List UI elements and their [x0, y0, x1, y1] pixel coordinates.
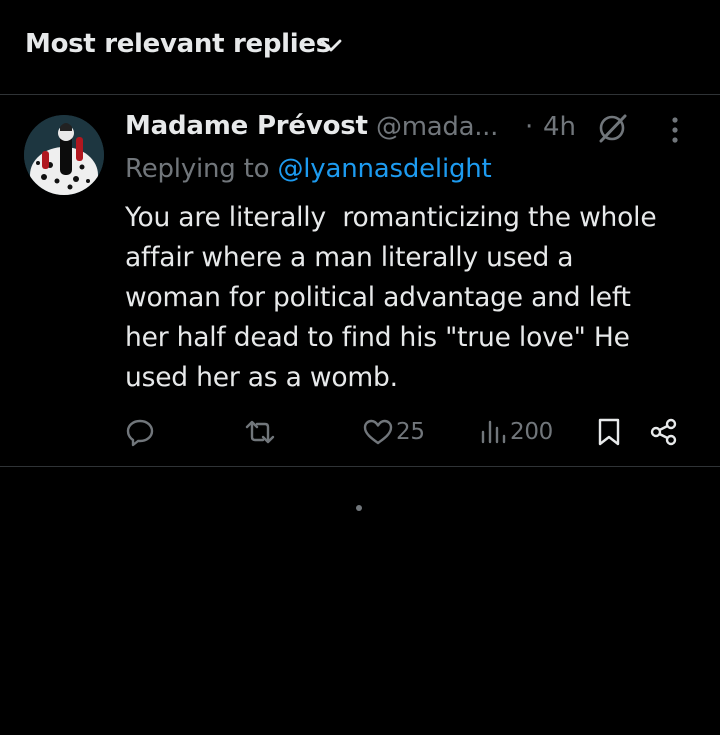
- loading-indicator: [356, 505, 362, 511]
- share-icon: [649, 417, 679, 447]
- sort-title[interactable]: Most relevant replies: [25, 29, 331, 59]
- avatar[interactable]: [24, 115, 104, 195]
- bookmark-button[interactable]: [595, 415, 623, 449]
- replying-to-handle[interactable]: @lyannasdelight: [277, 154, 491, 184]
- reply-icon: [125, 417, 155, 447]
- tweet-header: Madame Prévost @mada... · 4h: [125, 111, 705, 147]
- views-icon: [478, 417, 508, 447]
- like-button[interactable]: 25: [362, 415, 425, 449]
- separator-dot: ·: [525, 112, 534, 142]
- reply-tweet[interactable]: Madame Prévost @mada... · 4h Replying to…: [0, 95, 720, 467]
- replying-to-label: Replying to: [125, 154, 278, 184]
- tweet-text: You are literally romanticizing the whol…: [125, 202, 657, 393]
- bookmark-icon: [595, 417, 623, 447]
- retweet-button[interactable]: [243, 415, 279, 449]
- replies-sort-header[interactable]: Most relevant replies: [0, 0, 720, 95]
- reply-button[interactable]: [125, 415, 157, 449]
- more-icon[interactable]: [665, 115, 685, 145]
- user-handle[interactable]: @mada...: [376, 112, 498, 142]
- tweet-actions: 25 200: [125, 415, 695, 449]
- share-button[interactable]: [649, 415, 679, 449]
- like-icon: [362, 417, 394, 447]
- timestamp[interactable]: 4h: [543, 112, 576, 142]
- like-count: 25: [396, 419, 425, 445]
- retweet-icon: [243, 417, 277, 447]
- display-name[interactable]: Madame Prévost: [125, 111, 368, 141]
- replying-to: Replying to @lyannasdelight: [125, 154, 492, 184]
- grok-icon[interactable]: [595, 112, 629, 144]
- views-button[interactable]: 200: [478, 415, 553, 449]
- chevron-down-icon[interactable]: [318, 35, 344, 57]
- view-count: 200: [510, 419, 553, 445]
